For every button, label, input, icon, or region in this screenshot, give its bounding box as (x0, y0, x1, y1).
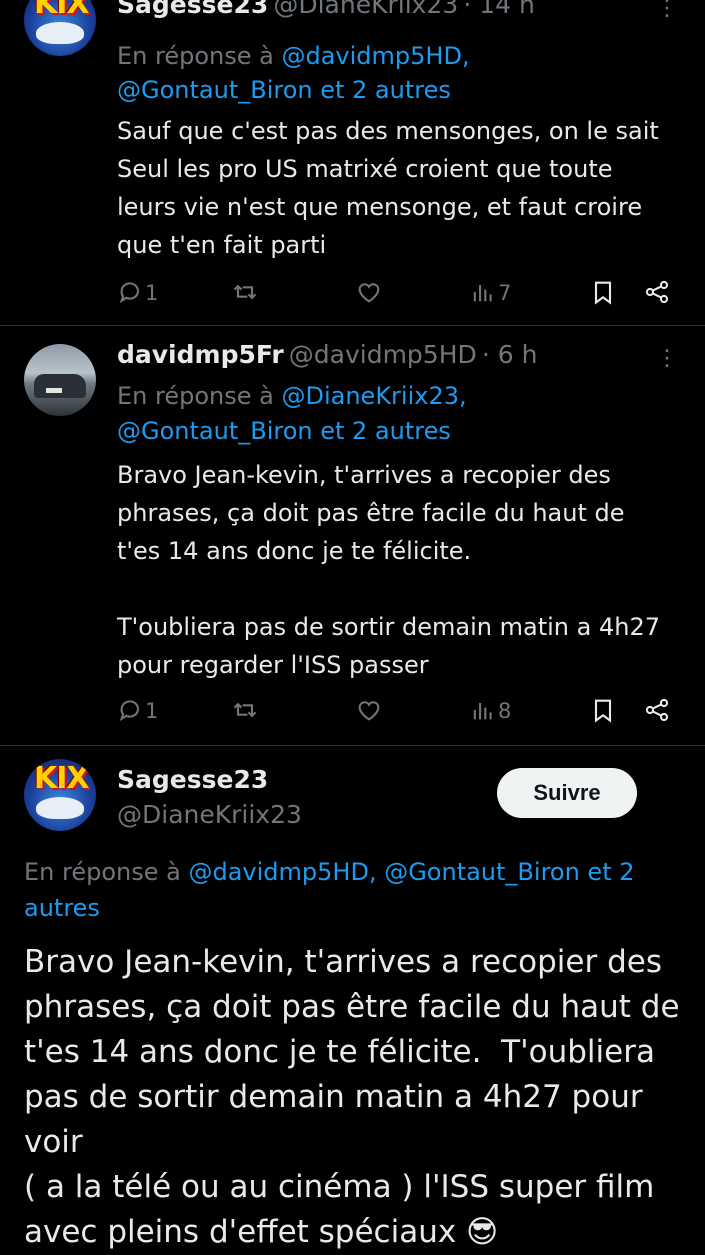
more-options-icon[interactable]: ⋮ (656, 0, 679, 21)
tweet-1-action-bar: 1 7 (117, 278, 677, 308)
retweet-button[interactable] (231, 696, 259, 728)
shark-graphic (36, 22, 84, 44)
view-count: 7 (498, 281, 512, 305)
main-tweet-text: Bravo Jean-kevin, t'arrives a recopier d… (24, 944, 680, 1250)
share-icon (645, 280, 669, 304)
reply-prefix: En réponse à (24, 858, 181, 886)
tweet-2-action-bar: 1 8 (117, 696, 677, 726)
heart-icon (358, 701, 380, 721)
tweet-time[interactable]: · 14 h (463, 0, 535, 19)
main-author-handle[interactable]: @DianeKriix23 (117, 800, 302, 829)
reply-count: 1 (145, 699, 159, 723)
tweet-2-header: davidmp5Fr @davidmp5HD · 6 h (117, 340, 537, 369)
reply-context: En réponse à @DianeKriix23, (117, 378, 467, 415)
main-reply-context: En réponse à @davidmp5HD, @Gontaut_Biron… (24, 854, 684, 891)
like-button[interactable] (355, 278, 383, 310)
avatar-sagesse23[interactable]: KIX (24, 0, 96, 56)
retweet-icon (233, 702, 257, 718)
reply-mention-link-2[interactable]: @Gontaut_Biron et 2 autres (117, 72, 451, 109)
divider (0, 325, 705, 326)
divider (0, 745, 705, 746)
views-button[interactable]: 8 (469, 696, 511, 728)
bookmark-icon (594, 281, 612, 305)
share-button[interactable] (643, 278, 671, 310)
car-graphic (34, 374, 86, 398)
reply-button[interactable]: 1 (117, 278, 158, 310)
avatar-sagesse23-main[interactable]: KIX (24, 759, 96, 831)
reply-icon (119, 282, 140, 304)
reply-count: 1 (145, 281, 159, 305)
tweet-text: Sauf que c'est pas des mensonges, on le … (117, 117, 659, 259)
tweet-time[interactable]: · 6 h (482, 340, 538, 369)
follow-button[interactable]: Suivre (497, 768, 637, 818)
tweet-text: Bravo Jean-kevin, t'arrives a recopier d… (117, 461, 660, 679)
bookmark-button[interactable] (589, 696, 617, 728)
tweet-1-header: Sagesse23 @DianeKriix23 · 14 h (117, 0, 535, 19)
reply-mention-link[interactable]: @davidmp5HD, (281, 42, 469, 70)
reply-prefix: En réponse à (117, 382, 274, 410)
reply-mention-link-2[interactable]: autres (24, 890, 100, 927)
car-plate (46, 388, 62, 393)
reply-context: En réponse à @davidmp5HD, (117, 38, 470, 75)
main-author-name[interactable]: Sagesse23 (117, 765, 268, 794)
share-button[interactable] (643, 696, 671, 728)
author-handle[interactable]: @davidmp5HD (289, 340, 477, 369)
retweet-icon (233, 284, 257, 300)
reply-prefix: En réponse à (117, 42, 274, 70)
bookmark-icon (594, 699, 612, 723)
views-button[interactable]: 7 (469, 278, 511, 310)
like-button[interactable] (355, 696, 383, 728)
author-name[interactable]: Sagesse23 (117, 0, 268, 19)
analytics-icon (473, 285, 492, 302)
reply-mention-link[interactable]: @DianeKriix23, (281, 382, 466, 410)
view-count: 8 (498, 699, 512, 723)
author-name[interactable]: davidmp5Fr (117, 340, 284, 369)
author-handle[interactable]: @DianeKriix23 (273, 0, 458, 19)
heart-icon (358, 283, 380, 303)
analytics-icon (473, 703, 492, 720)
more-options-icon[interactable]: ⋮ (656, 346, 679, 371)
reply-mention-link[interactable]: @davidmp5HD, @Gontaut_Biron et 2 (188, 858, 634, 886)
kix-logo-text: KIX (34, 761, 90, 796)
retweet-button[interactable] (231, 278, 259, 310)
kix-logo-text: KIX (34, 0, 90, 21)
reply-mention-link-2[interactable]: @Gontaut_Biron et 2 autres (117, 413, 451, 450)
reply-button[interactable]: 1 (117, 696, 158, 728)
reply-icon (119, 700, 140, 722)
avatar-davidmp5fr[interactable] (24, 344, 96, 416)
shark-graphic (36, 797, 84, 819)
share-icon (645, 698, 669, 722)
bookmark-button[interactable] (589, 278, 617, 310)
